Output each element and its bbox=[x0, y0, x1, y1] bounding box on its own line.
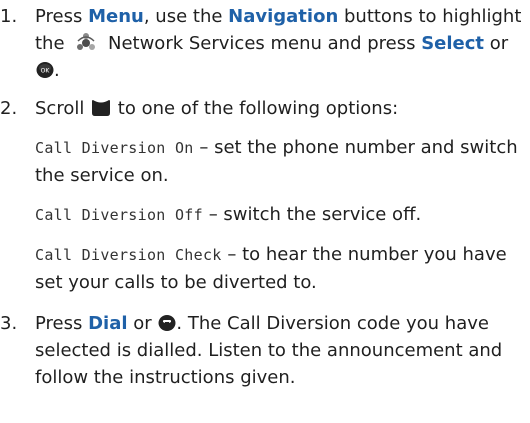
network-services-icon bbox=[75, 32, 97, 54]
svg-text:OK: OK bbox=[41, 67, 51, 74]
option-call-diversion-off: Call Diversion Off – switch the service … bbox=[0, 201, 530, 229]
call-key-icon bbox=[158, 314, 176, 332]
step-text: to one of the following options: bbox=[112, 98, 399, 119]
option-code: Call Diversion Off bbox=[35, 206, 203, 224]
step-text: Press bbox=[35, 6, 89, 27]
step-text: or bbox=[484, 33, 509, 54]
navigation-key-icon bbox=[91, 99, 111, 117]
step-2: 2. Scroll to one of the following options… bbox=[0, 95, 530, 122]
option-code: Call Diversion Check bbox=[35, 246, 222, 264]
option-call-diversion-check: Call Diversion Check – to hear the numbe… bbox=[0, 241, 530, 296]
navigation-keyword: Navigation bbox=[228, 6, 339, 27]
dial-keyword: Dial bbox=[88, 313, 128, 334]
step-number: 2. bbox=[0, 98, 18, 119]
option-code: Call Diversion On bbox=[35, 139, 194, 157]
step-3: 3. Press Dial or . The Call Diversion cod… bbox=[0, 310, 530, 391]
step-number: 3. bbox=[0, 313, 18, 334]
step-text: . bbox=[54, 60, 60, 81]
step-text: Press bbox=[35, 313, 89, 334]
step-text: Network Services menu and press bbox=[102, 33, 422, 54]
ok-key-icon: OK bbox=[36, 61, 54, 79]
option-call-diversion-on: Call Diversion On – set the phone number… bbox=[0, 134, 530, 189]
step-text: , use the bbox=[143, 6, 229, 27]
menu-keyword: Menu bbox=[88, 6, 144, 27]
option-description: – switch the service off. bbox=[202, 204, 422, 225]
step-number: 1. bbox=[0, 6, 18, 27]
step-1: 1. Press Menu, use the Navigation buttons… bbox=[0, 3, 530, 84]
select-keyword: Select bbox=[421, 33, 485, 54]
step-text: or bbox=[127, 313, 158, 334]
instructions: 1. Press Menu, use the Navigation buttons… bbox=[0, 0, 530, 391]
step-text: Scroll bbox=[35, 98, 91, 119]
